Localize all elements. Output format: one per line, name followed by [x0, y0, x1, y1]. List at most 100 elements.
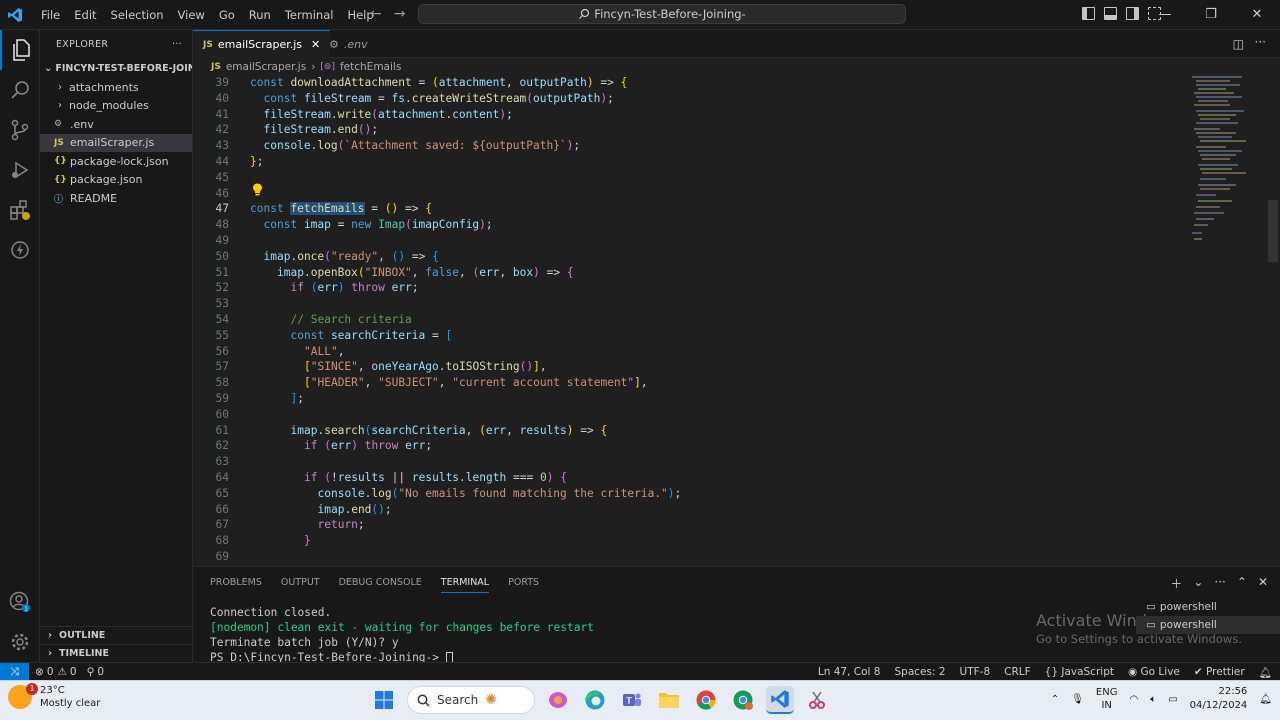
tab-output[interactable]: OUTPUT [281, 577, 320, 593]
terminal-instance[interactable]: ▭ powershell [1136, 616, 1280, 634]
timeline-section[interactable]: › TIMELINE [40, 644, 193, 662]
back-arrow-icon[interactable]: ← [370, 6, 382, 22]
code-line[interactable]: 53 [193, 296, 1193, 312]
ports-icon[interactable]: ⚲ [87, 666, 95, 678]
minimap[interactable] [1192, 76, 1270, 256]
code-line[interactable]: 56 "ALL", [193, 344, 1193, 360]
battery-icon[interactable]: ▭ [1168, 694, 1177, 705]
more-actions-icon[interactable]: ··· [172, 39, 182, 50]
end-of-line[interactable]: CRLF [1004, 666, 1031, 678]
code-line[interactable]: 47 const fetchEmails = () => { [193, 201, 1193, 217]
accounts-icon[interactable]: 1 [0, 582, 40, 622]
code-line[interactable]: 61 imap.search(searchCriteria, (err, res… [193, 423, 1193, 439]
tab-terminal[interactable]: TERMINAL [440, 577, 490, 593]
notification-center-icon[interactable]: 🔔︎ [1259, 694, 1272, 705]
breadcrumb-symbol[interactable]: fetchEmails [340, 61, 401, 73]
taskbar-search[interactable]: Search ✺ [407, 686, 535, 714]
menu-edit[interactable]: Edit [67, 8, 103, 22]
code-line[interactable]: 42 fileStream.end(); [193, 122, 1193, 138]
code-line[interactable]: 63 [193, 454, 1193, 470]
language-indicator[interactable]: ENG IN [1096, 686, 1118, 712]
tree-item-package-json[interactable]: {} package.json [40, 171, 192, 190]
code-line[interactable]: 68 } [193, 533, 1193, 549]
copilot-icon[interactable] [0, 230, 40, 270]
code-line[interactable]: 39 const downloadAttachment = (attachment… [193, 76, 1193, 91]
tab-ports[interactable]: PORTS [508, 577, 539, 593]
language-mode[interactable]: {} JavaScript [1045, 666, 1114, 678]
terminal-instance[interactable]: ▭ powershell [1136, 598, 1280, 616]
lightbulb-icon[interactable] [252, 183, 263, 196]
file-explorer-icon[interactable] [655, 686, 683, 714]
warning-icon[interactable]: ⚠ [58, 666, 67, 678]
tree-item-emailscraper[interactable]: JS emailScraper.js [40, 133, 192, 152]
outline-section[interactable]: › OUTLINE [40, 626, 193, 644]
menu-selection[interactable]: Selection [104, 8, 171, 22]
editor-scrollbar[interactable] [1268, 200, 1278, 262]
tree-item-package-lock[interactable]: {} package-lock.json [40, 152, 192, 171]
toggle-secondary-sidebar-icon[interactable] [1126, 7, 1139, 20]
code-line[interactable]: 66 imap.end(); [193, 502, 1193, 518]
go-live[interactable]: ◉ Go Live [1128, 666, 1180, 678]
chrome-icon[interactable] [692, 686, 720, 714]
menu-file[interactable]: File [34, 8, 67, 22]
tab-debug-console[interactable]: DEBUG CONSOLE [339, 577, 422, 593]
split-editor-icon[interactable]: ◫ [1233, 37, 1244, 51]
code-line[interactable]: 59 ]; [193, 391, 1193, 407]
cursor-position[interactable]: Ln 47, Col 8 [818, 666, 881, 678]
teams-icon[interactable]: T [618, 686, 646, 714]
explorer-icon[interactable] [0, 30, 40, 70]
toggle-panel-icon[interactable] [1104, 7, 1117, 20]
menu-terminal[interactable]: Terminal [278, 8, 341, 22]
restore-icon[interactable]: ❐ [1188, 0, 1234, 30]
chevron-down-icon[interactable]: ⌄ [1193, 575, 1203, 592]
toggle-sidebar-icon[interactable] [1082, 7, 1095, 20]
close-window-icon[interactable]: ✕ [1234, 0, 1280, 30]
remote-indicator-icon[interactable]: ⤨ [0, 662, 29, 681]
copilot-app-icon[interactable] [544, 686, 572, 714]
code-line[interactable]: 69 [193, 549, 1193, 565]
wifi-icon[interactable]: ◠ [1129, 694, 1138, 705]
code-line[interactable]: 58 ["HEADER", "SUBJECT", "current accoun… [193, 375, 1193, 391]
menu-run[interactable]: Run [242, 8, 278, 22]
tree-item-attachments[interactable]: › attachments [40, 78, 192, 97]
minimize-icon[interactable]: — [1142, 0, 1188, 30]
run-debug-icon[interactable] [0, 150, 40, 190]
menu-view[interactable]: View [171, 8, 212, 22]
tree-item-env[interactable]: ⚙ .env [40, 115, 192, 134]
workspace-folder[interactable]: ⌄ FINCYN-TEST-BEFORE-JOINI... [40, 58, 192, 78]
more-actions-icon[interactable]: ··· [1255, 35, 1266, 49]
notifications-bell-icon[interactable]: 🔔︎ [1259, 666, 1272, 679]
vscode-taskbar-icon[interactable] [766, 686, 794, 714]
code-line[interactable]: 67 return; [193, 517, 1193, 533]
clock[interactable]: 22:56 04/12/2024 [1190, 685, 1248, 713]
code-line[interactable]: 62 if (err) throw err; [193, 438, 1193, 454]
code-line[interactable]: 51 imap.openBox("INBOX", false, (err, bo… [193, 265, 1193, 281]
code-line[interactable]: 60 [193, 407, 1193, 423]
code-line[interactable]: 64 if (!results || results.length === 0)… [193, 470, 1193, 486]
code-line[interactable]: 65 console.log("No emails found matching… [193, 486, 1193, 502]
terminal-output[interactable]: Connection closed. [nodemon] clean exit -… [210, 605, 594, 665]
tab-env[interactable]: ⚙ .env [319, 30, 378, 58]
code-line[interactable]: 45 [193, 170, 1193, 186]
tree-item-readme[interactable]: ⓘ README [40, 189, 192, 208]
command-center[interactable]: Fincyn-Test-Before-Joining- [418, 4, 906, 24]
code-line[interactable]: 54 // Search criteria [193, 312, 1193, 328]
tab-emailscraper[interactable]: JS emailScraper.js ✕ [193, 30, 331, 58]
chrome-profile-icon[interactable] [729, 686, 757, 714]
edge-browser-icon[interactable] [581, 686, 609, 714]
tree-item-node-modules[interactable]: › node_modules [40, 97, 192, 116]
extensions-icon[interactable] [0, 190, 40, 230]
chevron-up-icon[interactable]: ⌃ [1051, 694, 1059, 705]
code-line[interactable]: 43 console.log(`Attachment saved: ${outp… [193, 138, 1193, 154]
windows-start-icon[interactable] [370, 686, 398, 714]
tab-problems[interactable]: PROBLEMS [210, 577, 262, 593]
code-editor[interactable]: 39 const downloadAttachment = (attachment… [193, 76, 1280, 566]
code-line[interactable]: 49 [193, 233, 1193, 249]
code-line[interactable]: 46 [193, 186, 1193, 202]
encoding[interactable]: UTF-8 [960, 666, 991, 678]
weather-widget[interactable]: 1 23°C Mostly clear [8, 683, 100, 710]
settings-gear-icon[interactable] [0, 622, 40, 662]
code-line[interactable]: 44}; [193, 154, 1193, 170]
more-actions-icon[interactable]: ··· [1214, 575, 1225, 592]
close-panel-icon[interactable]: ✕ [1258, 575, 1268, 592]
